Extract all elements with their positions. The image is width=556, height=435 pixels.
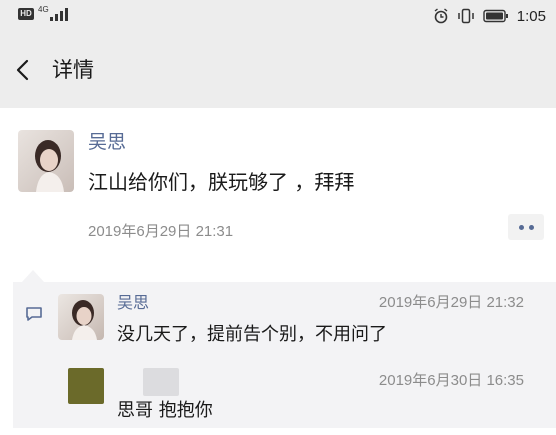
comment-text[interactable]: 没几天了，提前告个别，不用问了 [117,322,387,348]
status-right: 1:05 [433,6,546,26]
status-time: 1:05 [516,7,546,25]
comments-pointer [22,270,44,282]
commenter-avatar[interactable] [58,294,104,340]
comment-text[interactable]: 思哥 抱抱你 [117,398,213,424]
chevron-left-icon[interactable] [13,58,33,82]
avatar-portrait [35,140,64,192]
more-dots-icon[interactable] [508,214,544,240]
network-type: 4G [38,5,49,14]
comment-time: 2019年6月30日 16:35 [378,372,524,389]
author-avatar[interactable] [18,130,74,192]
comment-icon [26,307,42,321]
moment-post: 吴思 江山给你们，朕玩够了 ，拜拜 2019年6月29日 21:31 [0,108,556,268]
comments-section: 吴思 2019年6月29日 21:32 没几天了，提前告个别，不用问了 2019… [13,282,556,428]
alarm-icon [434,8,448,24]
commenter-avatar[interactable] [68,368,104,404]
avatar-portrait [72,300,97,340]
signal-icon [50,8,68,21]
page-title: 详情 [52,58,94,82]
status-bar: HD 4G 1:05 [0,0,556,32]
comment-time: 2019年6月29日 21:32 [378,294,524,311]
post-time: 2019年6月29日 21:31 [88,223,234,240]
comment-author-redacted [143,368,179,396]
post-text: 江山给你们，朕玩够了 ，拜拜 [88,170,355,194]
dot [528,224,534,230]
post-author[interactable]: 吴思 [88,130,126,154]
hd-badge: HD [18,8,34,20]
vibrate-icon [458,8,474,24]
dot [518,224,524,230]
nav-bar: 详情 [0,32,556,108]
comment-author[interactable]: 吴思 [117,292,149,314]
battery-icon [483,9,508,23]
